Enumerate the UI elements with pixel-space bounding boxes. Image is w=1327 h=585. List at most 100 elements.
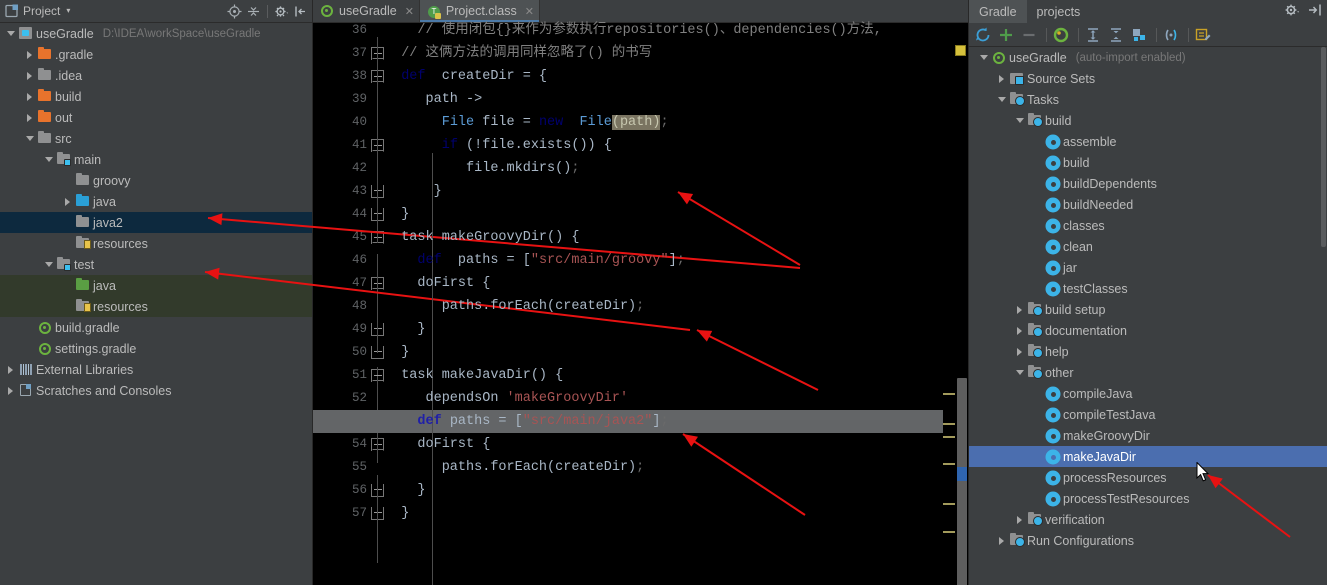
project-tree-item-out[interactable]: out [0, 107, 312, 128]
code-line[interactable]: } [385, 341, 409, 364]
code-line[interactable]: if (!file.exists()) { [385, 134, 612, 157]
gear-icon[interactable] [1282, 0, 1302, 20]
toggle-tests-icon[interactable] [1161, 25, 1181, 45]
tree-expand-arrow[interactable] [4, 380, 17, 401]
tree-expand-arrow[interactable] [1013, 341, 1026, 362]
project-tree-item-groovy[interactable]: groovy [0, 170, 312, 191]
gradle-tree-item-usegradle[interactable]: useGradle (auto-import enabled) [969, 47, 1327, 68]
refresh-icon[interactable] [973, 25, 993, 45]
code-line[interactable]: def createDir = { [385, 65, 547, 88]
code-line[interactable]: } [385, 502, 409, 525]
gradle-tree-item-testclasses[interactable]: testClasses [969, 278, 1327, 299]
gradle-tree-item-documentation[interactable]: documentation [969, 320, 1327, 341]
gradle-tree-item-builddependents[interactable]: buildDependents [969, 173, 1327, 194]
tree-expand-arrow[interactable] [995, 530, 1008, 551]
gradle-tree-item-help[interactable]: help [969, 341, 1327, 362]
tree-expand-arrow[interactable] [977, 47, 990, 68]
hide-icon[interactable] [1304, 0, 1324, 20]
error-stripe-marker[interactable] [943, 436, 955, 438]
tree-expand-arrow[interactable] [1013, 299, 1026, 320]
gradle-tree-item-build-setup[interactable]: build setup [969, 299, 1327, 320]
collapse-all-icon[interactable] [245, 3, 262, 20]
editor-scrollbar[interactable] [955, 23, 968, 585]
error-stripe-markers[interactable] [943, 23, 955, 585]
gradle-task-tree[interactable]: useGradle (auto-import enabled) Source Set… [969, 47, 1327, 584]
gradle-tree-item-tasks[interactable]: Tasks [969, 89, 1327, 110]
gradle-scrollbar-thumb[interactable] [1321, 47, 1326, 247]
tree-expand-arrow[interactable] [995, 68, 1008, 89]
tree-expand-arrow[interactable] [23, 86, 36, 107]
project-tree-item-main[interactable]: main [0, 149, 312, 170]
tree-expand-arrow[interactable] [23, 65, 36, 86]
code-line[interactable]: task makeGroovyDir() { [385, 226, 579, 249]
tree-expand-arrow[interactable] [4, 23, 17, 44]
project-tree-item-java2[interactable]: java2 [0, 212, 312, 233]
hide-icon[interactable] [292, 3, 309, 20]
gradle-tree-item-jar[interactable]: jar [969, 257, 1327, 278]
gradle-tree-item-makegroovydir[interactable]: makeGroovyDir [969, 425, 1327, 446]
gradle-tree-item-clean[interactable]: clean [969, 236, 1327, 257]
code-line[interactable]: } [385, 180, 442, 203]
gradle-tab-gradle[interactable]: Gradle [969, 0, 1027, 23]
tree-expand-arrow[interactable] [1013, 320, 1026, 341]
gradle-tree-item-build[interactable]: build [969, 110, 1327, 131]
project-tree-item-scratches-and-consoles[interactable]: Scratches and Consoles [0, 380, 312, 401]
gradle-scrollbar[interactable] [1320, 47, 1327, 584]
code-folding-gutter[interactable] [371, 23, 385, 585]
toggle-offline-icon[interactable] [1129, 25, 1149, 45]
tree-expand-arrow[interactable] [995, 89, 1008, 110]
gradle-tree-item-assemble[interactable]: assemble [969, 131, 1327, 152]
tree-expand-arrow[interactable] [1013, 110, 1026, 131]
tree-expand-arrow[interactable] [4, 359, 17, 380]
tree-expand-arrow[interactable] [1013, 362, 1026, 383]
gradle-tree-item-buildneeded[interactable]: buildNeeded [969, 194, 1327, 215]
code-text[interactable]: // 使用闭包{}来作为参数执行repositories()、dependenc… [313, 23, 968, 585]
code-line[interactable]: def paths = ["src/main/groovy"]; [385, 249, 684, 272]
gradle-tree-item-makejavadir[interactable]: makeJavaDir [969, 446, 1327, 467]
edit-settings-icon[interactable] [1193, 25, 1213, 45]
project-tree-item--idea[interactable]: .idea [0, 65, 312, 86]
close-icon[interactable]: ✕ [405, 5, 414, 18]
error-stripe-marker[interactable] [943, 393, 955, 395]
error-stripe-marker[interactable] [943, 531, 955, 533]
warning-indicator-icon[interactable] [955, 45, 966, 56]
gradle-tab-bar[interactable]: Gradle projects [969, 0, 1327, 23]
code-line[interactable]: doFirst { [385, 272, 490, 295]
tree-expand-arrow[interactable] [23, 107, 36, 128]
code-line[interactable]: // 这俩方法的调用同样忽略了() 的书写 [385, 42, 652, 65]
gear-icon[interactable] [273, 3, 290, 20]
add-icon[interactable] [996, 25, 1016, 45]
project-tree-item-build-gradle[interactable]: build.gradle [0, 317, 312, 338]
gradle-tree-item-source-sets[interactable]: Source Sets [969, 68, 1327, 89]
gradle-tree-item-processtestresources[interactable]: processTestResources [969, 488, 1327, 509]
tree-expand-arrow[interactable] [61, 191, 74, 212]
code-line[interactable]: paths.forEach(createDir); [385, 456, 645, 479]
close-icon[interactable]: ✕ [525, 5, 534, 18]
project-tree-item-java[interactable]: java [0, 275, 312, 296]
code-line[interactable]: paths.forEach(createDir); [385, 295, 645, 318]
execute-gradle-task-icon[interactable] [1051, 25, 1071, 45]
error-stripe-marker[interactable] [943, 463, 955, 465]
code-line[interactable]: file.mkdirs(); [385, 157, 579, 180]
project-tree-item-resources[interactable]: resources [0, 233, 312, 254]
code-line[interactable]: } [385, 318, 425, 341]
gradle-tab-projects[interactable]: projects [1027, 0, 1091, 23]
gradle-tree-item-verification[interactable]: verification [969, 509, 1327, 530]
project-tree-item-src[interactable]: src [0, 128, 312, 149]
gradle-tree-item-compiletestjava[interactable]: compileTestJava [969, 404, 1327, 425]
project-tree[interactable]: useGradle D:\IDEA\workSpace\useGradle .gra… [0, 23, 312, 585]
gradle-tree-item-compilejava[interactable]: compileJava [969, 383, 1327, 404]
code-line[interactable]: // 使用闭包{}来作为参数执行repositories()、dependenc… [385, 19, 881, 42]
tree-expand-arrow[interactable] [23, 44, 36, 65]
project-tree-item--gradle[interactable]: .gradle [0, 44, 312, 65]
code-line[interactable]: File file = new File(path); [385, 111, 669, 134]
gradle-tree-item-other[interactable]: other [969, 362, 1327, 383]
code-line[interactable]: def paths = ["src/main/java2"]; [385, 410, 668, 433]
error-stripe-marker[interactable] [943, 423, 955, 425]
expand-all-icon[interactable] [1083, 25, 1103, 45]
project-tree-item-build[interactable]: build [0, 86, 312, 107]
project-tree-item-test[interactable]: test [0, 254, 312, 275]
project-tree-item-resources[interactable]: resources [0, 296, 312, 317]
code-line[interactable]: task makeJavaDir() { [385, 364, 563, 387]
project-tree-item-external-libraries[interactable]: External Libraries [0, 359, 312, 380]
